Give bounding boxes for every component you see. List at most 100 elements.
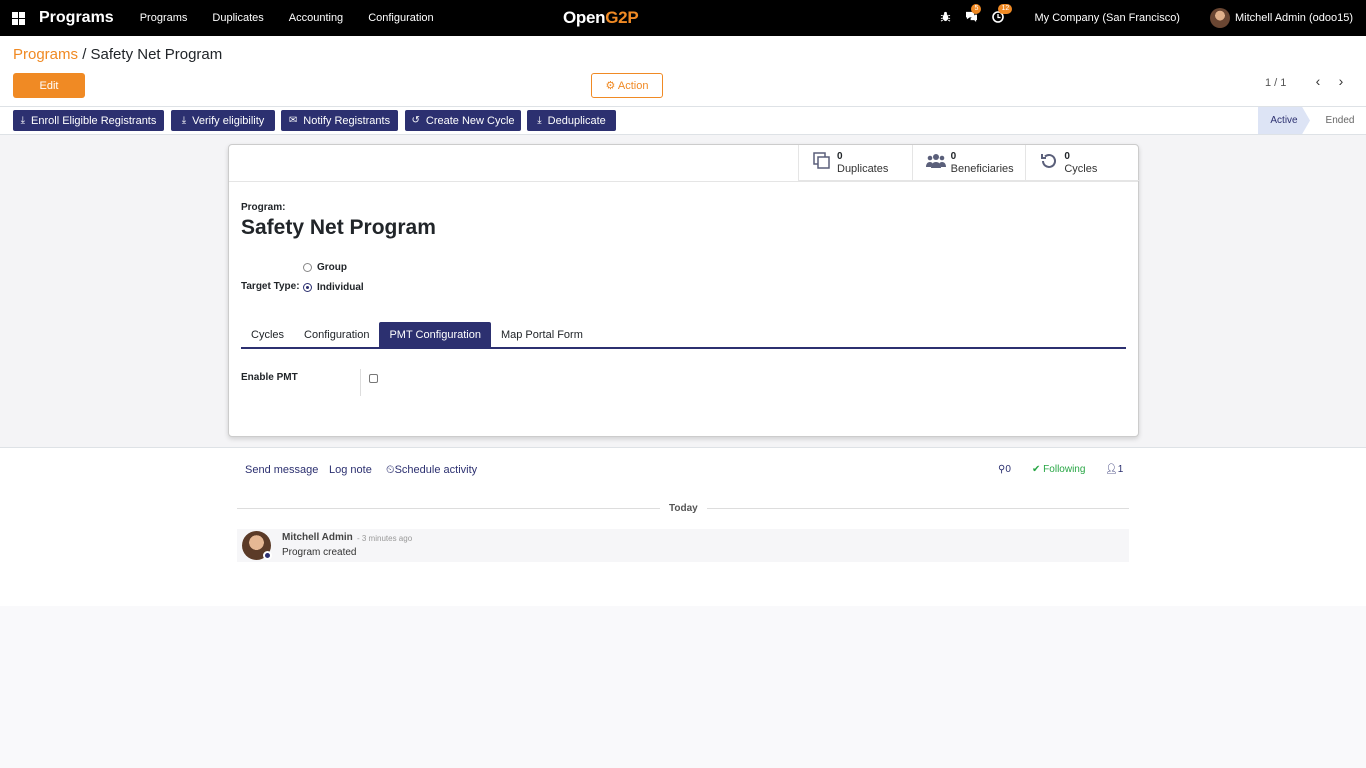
cycles-count: 0: [1064, 151, 1070, 162]
target-type-option-group[interactable]: Group: [303, 262, 347, 273]
control-panel: Programs / Safety Net Program Edit ⚙ Act…: [0, 36, 1366, 107]
target-type-option-individual[interactable]: Individual: [303, 282, 364, 293]
send-message-button[interactable]: Send message: [245, 464, 318, 476]
target-type-label: Target Type:: [241, 281, 300, 292]
notify-registrants-button[interactable]: ✉ Notify Registrants: [281, 110, 398, 131]
group-radio-label[interactable]: Group: [317, 262, 347, 273]
duplicates-stat-button[interactable]: 0 Duplicates: [798, 145, 912, 181]
duplicates-label: Duplicates: [837, 163, 889, 175]
user-icon: 👤︎: [1105, 464, 1118, 475]
enable-pmt-label: Enable PMT: [241, 372, 298, 383]
edit-button[interactable]: Edit: [13, 73, 85, 98]
beneficiaries-stat-button[interactable]: 0 Beneficiaries: [911, 145, 1026, 181]
create-new-cycle-button[interactable]: ↺ Create New Cycle: [405, 110, 521, 131]
cycles-label: Cycles: [1064, 163, 1098, 175]
enroll-label: Enroll Eligible Registrants: [31, 114, 157, 127]
pager-next-icon[interactable]: ›: [1334, 74, 1348, 90]
download-icon: ⤓: [537, 115, 542, 126]
tab-configuration[interactable]: Configuration: [294, 322, 379, 347]
chatter-message: Mitchell Admin - 3 minutes ago Program c…: [237, 529, 1129, 562]
button-box-divider: [229, 181, 1138, 182]
envelope-icon: ✉: [288, 115, 298, 126]
date-divider-right: [707, 508, 1129, 509]
individual-radio-label[interactable]: Individual: [317, 282, 364, 293]
following-button[interactable]: ✔ Following: [1032, 464, 1085, 475]
cycles-stat-button[interactable]: 0 Cycles: [1025, 145, 1139, 181]
menu-duplicates[interactable]: Duplicates: [212, 12, 263, 24]
message-author[interactable]: Mitchell Admin: [282, 532, 353, 543]
followers-button[interactable]: 👤︎1: [1105, 464, 1123, 475]
systray: 5 12 My Company (San Francisco) Mitchell…: [940, 0, 1366, 36]
breadcrumb-current: Safety Net Program: [90, 46, 223, 63]
clock-icon: ⏲: [386, 464, 395, 476]
download-icon: ⤓: [20, 115, 26, 126]
deduplicate-label: Deduplicate: [547, 114, 606, 127]
action-button[interactable]: ⚙ Action: [591, 73, 663, 98]
online-status-icon: [263, 551, 272, 560]
verify-eligibility-button[interactable]: ⤓ Verify eligibility: [171, 110, 275, 131]
group-radio[interactable]: [303, 263, 312, 272]
attachments-button[interactable]: ⚲0: [998, 464, 1011, 475]
pager-value[interactable]: 1 / 1: [1265, 77, 1286, 89]
menu-configuration[interactable]: Configuration: [368, 12, 433, 24]
check-icon: ✔: [1032, 464, 1044, 475]
app-name[interactable]: Programs: [39, 9, 114, 27]
attachments-count: 0: [1005, 464, 1011, 475]
pager-previous-icon[interactable]: ‹: [1311, 74, 1325, 90]
verify-label: Verify eligibility: [192, 114, 265, 127]
user-menu[interactable]: Mitchell Admin (odoo15): [1209, 8, 1353, 28]
notify-label: Notify Registrants: [303, 114, 391, 127]
deduplicate-button[interactable]: ⤓ Deduplicate: [527, 110, 616, 131]
download-icon: ⤓: [181, 115, 187, 126]
following-label: Following: [1043, 464, 1086, 475]
breadcrumb: Programs / Safety Net Program: [13, 46, 222, 63]
messages-icon[interactable]: 5: [965, 4, 982, 25]
beneficiaries-count: 0: [950, 151, 957, 162]
individual-radio[interactable]: [303, 283, 312, 292]
apps-menu-icon[interactable]: [12, 11, 25, 25]
schedule-activity-label: Schedule activity: [394, 464, 478, 476]
menu-accounting[interactable]: Accounting: [289, 12, 343, 24]
history-icon: [1038, 152, 1060, 175]
top-menu: Programs Duplicates Accounting Configura…: [140, 12, 459, 24]
notebook-tabs: Cycles Configuration PMT Configuration M…: [241, 322, 1126, 349]
bug-icon[interactable]: [940, 11, 951, 25]
tab-cycles[interactable]: Cycles: [241, 322, 294, 347]
messages-badge: 5: [971, 4, 982, 14]
breadcrumb-separator: /: [78, 46, 91, 63]
field-separator: [360, 369, 361, 396]
logo-open-text: Open: [563, 8, 606, 27]
date-separator: Today: [669, 503, 698, 514]
create-cycle-label: Create New Cycle: [425, 114, 515, 127]
tab-map-portal-form[interactable]: Map Portal Form: [491, 322, 593, 347]
form-sheet: 0 Duplicates 0 Beneficiaries 0 Cycles Progr…: [228, 144, 1139, 437]
followers-count: 1: [1117, 464, 1124, 475]
message-time: - 3 minutes ago: [357, 534, 413, 543]
status-ended[interactable]: Ended: [1318, 107, 1362, 134]
copy-icon: [811, 151, 833, 175]
opengtp-logo: OpenG2P: [563, 8, 639, 28]
log-note-button[interactable]: Log note: [329, 464, 372, 476]
activities-icon[interactable]: 12: [992, 3, 1013, 26]
action-label: Action: [617, 80, 649, 92]
company-switcher[interactable]: My Company (San Francisco): [1034, 12, 1180, 24]
message-body: Program created: [282, 547, 357, 558]
breadcrumb-programs[interactable]: Programs: [13, 46, 78, 63]
chatter: Send message Log note ⏲Schedule activity…: [0, 448, 1366, 606]
form-header: ⤓ Enroll Eligible Registrants ⤓ Verify eli…: [0, 107, 1366, 135]
gear-icon: ⚙: [605, 80, 618, 92]
button-box: 0 Duplicates 0 Beneficiaries 0 Cycles: [798, 145, 1139, 181]
duplicates-count: 0: [837, 151, 843, 162]
user-name: Mitchell Admin (odoo15): [1234, 12, 1353, 24]
program-name: Safety Net Program: [241, 216, 436, 239]
enroll-eligible-registrants-button[interactable]: ⤓ Enroll Eligible Registrants: [13, 110, 164, 131]
status-active[interactable]: Active: [1258, 107, 1310, 134]
schedule-activity-button[interactable]: ⏲Schedule activity: [386, 464, 477, 477]
refresh-icon: ↺: [411, 115, 420, 126]
tab-pmt-configuration[interactable]: PMT Configuration: [379, 322, 491, 347]
beneficiaries-label: Beneficiaries: [950, 163, 1014, 175]
menu-programs[interactable]: Programs: [140, 12, 188, 24]
enable-pmt-checkbox[interactable]: [369, 374, 378, 383]
main-navbar: Programs Programs Duplicates Accounting …: [0, 0, 1366, 36]
program-label: Program:: [241, 202, 286, 213]
